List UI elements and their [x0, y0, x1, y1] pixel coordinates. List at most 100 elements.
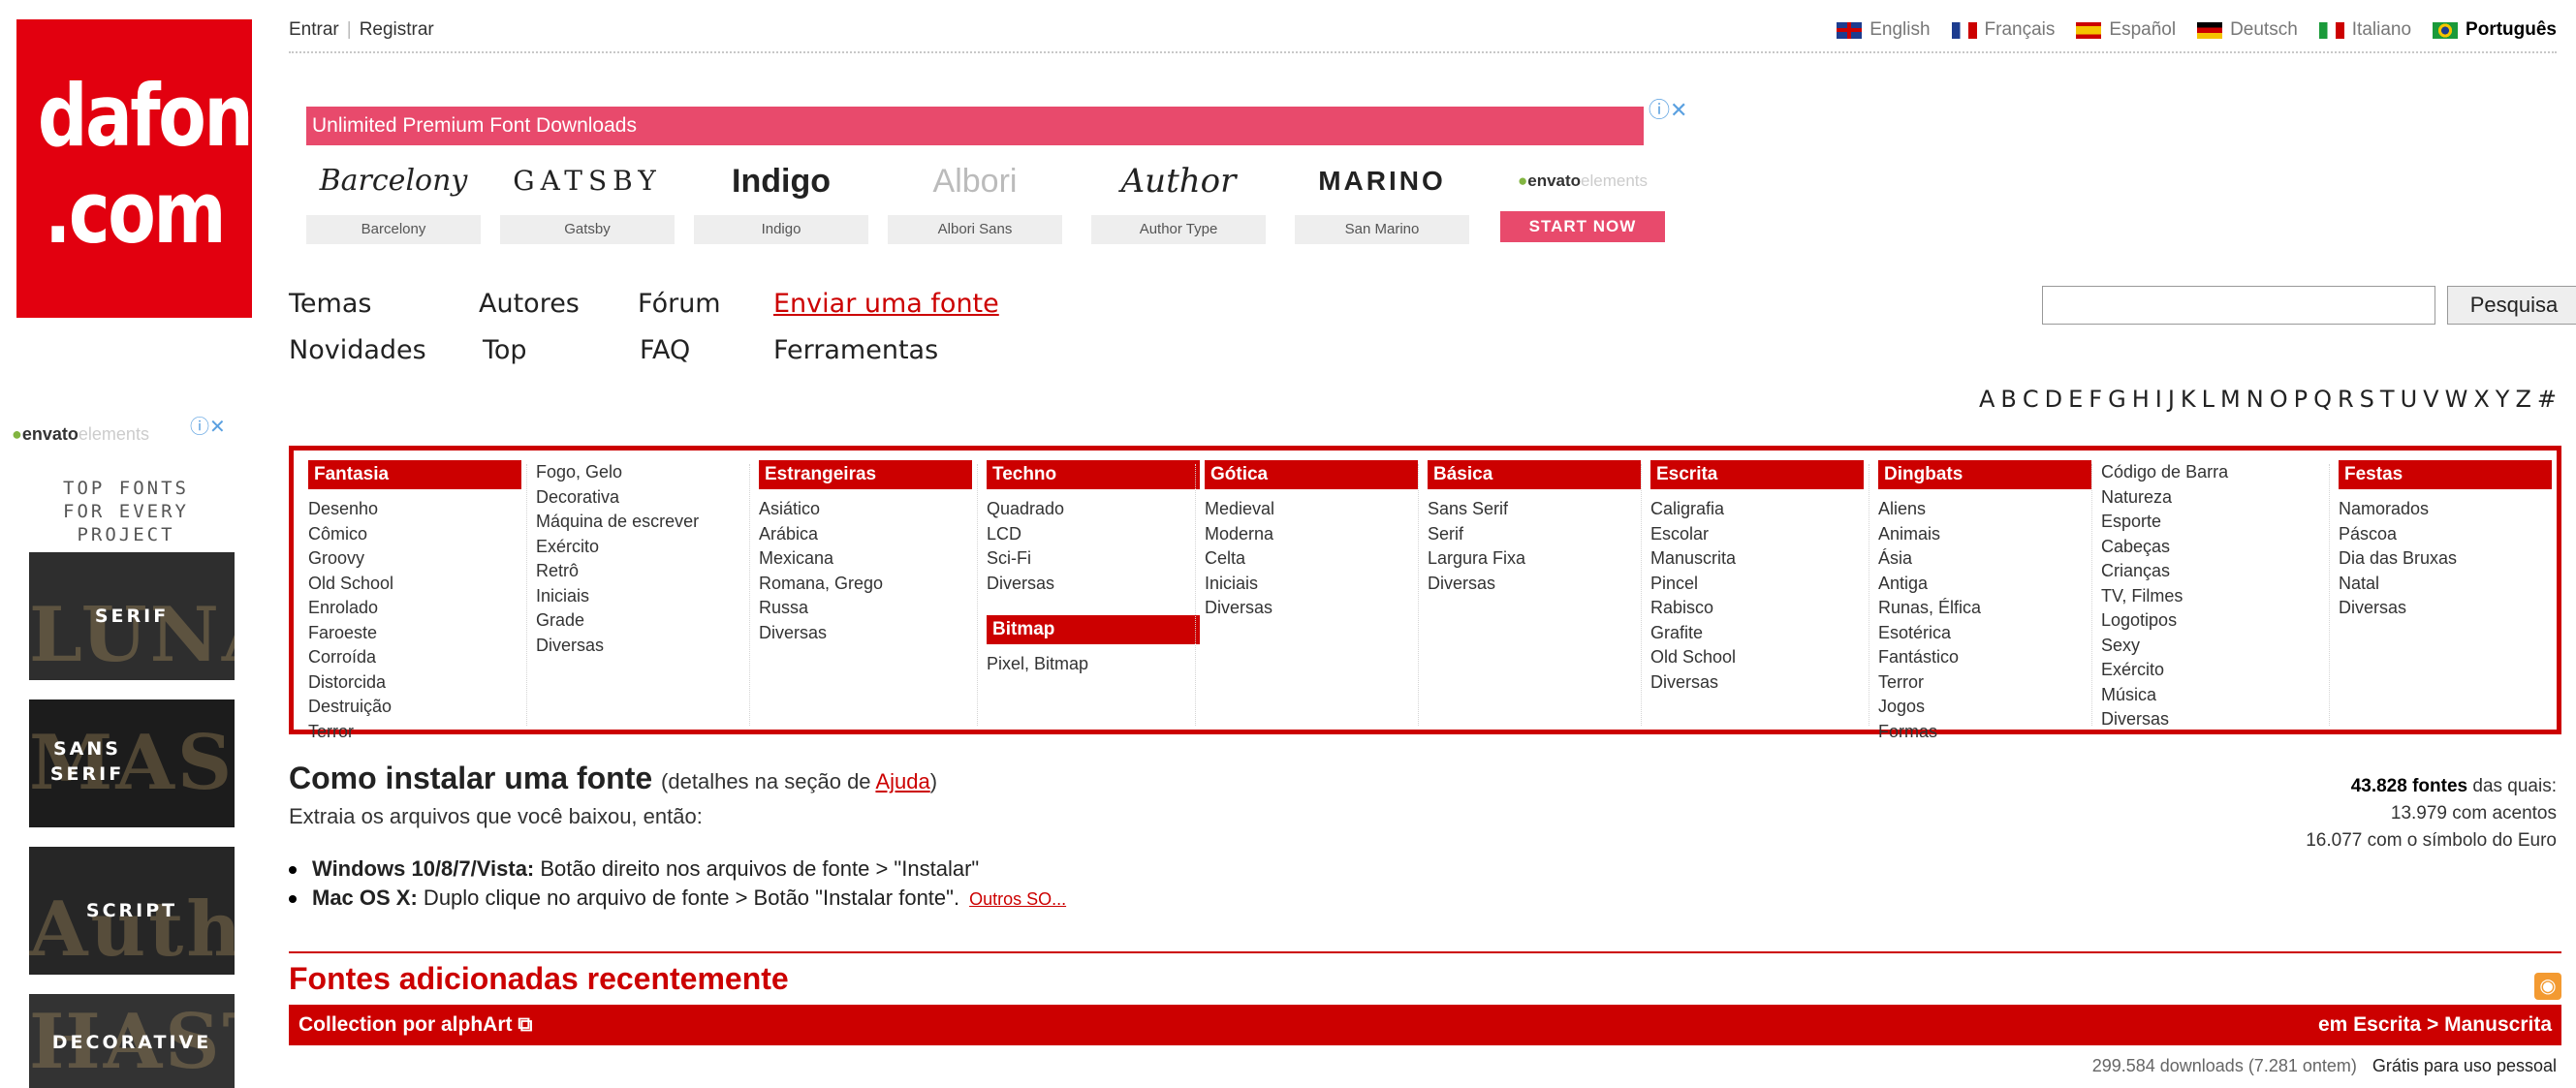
- category-link[interactable]: Cabeças: [2101, 535, 2314, 560]
- ad-tile-serif[interactable]: LUNA SERIF: [29, 552, 235, 680]
- lang-italian[interactable]: Italiano: [2318, 19, 2411, 41]
- category-link[interactable]: Corroída: [308, 645, 521, 670]
- category-link[interactable]: Russa: [759, 596, 972, 621]
- ad-tile-script[interactable]: Author SCRIPT: [29, 847, 235, 975]
- nav-faq[interactable]: FAQ: [640, 335, 690, 365]
- ad-font-indigo[interactable]: Indigo Indigo: [694, 157, 868, 244]
- category-heading[interactable]: Escrita: [1650, 460, 1864, 489]
- category-link[interactable]: Formas: [1878, 720, 2091, 745]
- ad-cta[interactable]: ●envatoelements START NOW: [1500, 157, 1665, 242]
- alphabet-letter[interactable]: #: [2537, 386, 2557, 413]
- category-link[interactable]: Esotérica: [1878, 621, 2091, 646]
- lang-english[interactable]: English: [1837, 19, 1931, 41]
- alphabet-letter[interactable]: U: [2401, 386, 2418, 413]
- nav-novidades[interactable]: Novidades: [289, 335, 426, 365]
- category-link[interactable]: Faroeste: [308, 621, 521, 646]
- font-category-link[interactable]: em Escrita > Manuscrita: [2318, 1005, 2552, 1045]
- category-link[interactable]: Exército: [2101, 658, 2314, 683]
- alphabet-letter[interactable]: R: [2338, 386, 2354, 413]
- category-heading[interactable]: Básica: [1428, 460, 1641, 489]
- category-link[interactable]: Diversas: [2101, 707, 2314, 732]
- category-link[interactable]: Groovy: [308, 546, 521, 572]
- category-link[interactable]: Sci-Fi: [987, 546, 1200, 572]
- category-link[interactable]: Medieval: [1205, 497, 1418, 522]
- category-link[interactable]: Crianças: [2101, 559, 2314, 584]
- ad-tile-decorative[interactable]: HASTE DECORATIVE: [29, 994, 235, 1088]
- category-heading[interactable]: Festas: [2339, 460, 2552, 489]
- nav-forum[interactable]: Fórum: [638, 289, 721, 319]
- category-heading[interactable]: Techno: [987, 460, 1200, 489]
- category-link[interactable]: TV, Filmes: [2101, 584, 2314, 609]
- category-link[interactable]: Natal: [2339, 572, 2552, 597]
- category-link[interactable]: Iniciais: [536, 584, 749, 609]
- alphabet-letter[interactable]: V: [2423, 386, 2438, 413]
- category-link[interactable]: Diversas: [987, 572, 1200, 597]
- category-link[interactable]: Logotipos: [2101, 608, 2314, 634]
- alphabet-letter[interactable]: G: [2108, 386, 2126, 413]
- category-link[interactable]: Terror: [1878, 670, 2091, 696]
- ad-font-gatsby[interactable]: GATSBY Gatsby: [500, 157, 675, 244]
- category-link[interactable]: Escolar: [1650, 522, 1864, 547]
- alphabet-letter[interactable]: I: [2155, 386, 2162, 413]
- help-link[interactable]: Ajuda: [875, 769, 929, 793]
- alphabet-letter[interactable]: M: [2220, 386, 2241, 413]
- category-link[interactable]: Rabisco: [1650, 596, 1864, 621]
- alphabet-letter[interactable]: F: [2089, 386, 2102, 413]
- category-link[interactable]: Páscoa: [2339, 522, 2552, 547]
- alphabet-letter[interactable]: O: [2270, 386, 2288, 413]
- category-link[interactable]: Jogos: [1878, 695, 2091, 720]
- search-input[interactable]: [2042, 286, 2435, 325]
- category-link[interactable]: Largura Fixa: [1428, 546, 1641, 572]
- category-link[interactable]: Esporte: [2101, 510, 2314, 535]
- alphabet-letter[interactable]: T: [2380, 386, 2395, 413]
- rss-icon[interactable]: ◉: [2534, 973, 2561, 1000]
- category-link[interactable]: Romana, Grego: [759, 572, 972, 597]
- category-link[interactable]: Retrô: [536, 559, 749, 584]
- category-link[interactable]: Diversas: [1650, 670, 1864, 696]
- category-link[interactable]: Ásia: [1878, 546, 2091, 572]
- lang-german[interactable]: Deutsch: [2197, 19, 2298, 41]
- alphabet-letter[interactable]: A: [1979, 386, 1995, 413]
- category-link[interactable]: Pixel, Bitmap: [987, 652, 1200, 677]
- category-link[interactable]: Caligrafia: [1650, 497, 1864, 522]
- category-link[interactable]: Exército: [536, 535, 749, 560]
- category-link[interactable]: Arábica: [759, 522, 972, 547]
- category-link[interactable]: Diversas: [1205, 596, 1418, 621]
- category-link[interactable]: Mexicana: [759, 546, 972, 572]
- ad-close-icon[interactable]: ⓘ✕: [1649, 93, 1687, 124]
- category-link[interactable]: Dia das Bruxas: [2339, 546, 2552, 572]
- alphabet-letter[interactable]: D: [2045, 386, 2062, 413]
- category-link[interactable]: Diversas: [1428, 572, 1641, 597]
- category-link[interactable]: Máquina de escrever: [536, 510, 749, 535]
- alphabet-letter[interactable]: C: [2023, 386, 2039, 413]
- alphabet-letter[interactable]: X: [2473, 386, 2489, 413]
- alphabet-letter[interactable]: Z: [2515, 386, 2530, 413]
- category-link[interactable]: Música: [2101, 683, 2314, 708]
- category-link[interactable]: Decorativa: [536, 485, 749, 511]
- alphabet-letter[interactable]: H: [2132, 386, 2150, 413]
- category-link[interactable]: Manuscrita: [1650, 546, 1864, 572]
- category-link[interactable]: Diversas: [759, 621, 972, 646]
- category-heading[interactable]: Fantasia: [308, 460, 521, 489]
- alphabet-letter[interactable]: J: [2168, 386, 2175, 413]
- other-os-link[interactable]: Outros SO...: [969, 889, 1066, 909]
- login-link[interactable]: Entrar: [289, 19, 339, 40]
- ad-font-barcelony[interactable]: Barcelony Barcelony: [306, 157, 481, 244]
- category-link[interactable]: Serif: [1428, 522, 1641, 547]
- category-heading[interactable]: Estrangeiras: [759, 460, 972, 489]
- top-advertisement[interactable]: Unlimited Premium Font Downloads ⓘ✕ Barc…: [306, 98, 1687, 258]
- nav-ferramentas[interactable]: Ferramentas: [773, 335, 938, 365]
- category-link[interactable]: Grafite: [1650, 621, 1864, 646]
- category-link[interactable]: Iniciais: [1205, 572, 1418, 597]
- nav-top[interactable]: Top: [483, 335, 527, 365]
- category-link[interactable]: Fantástico: [1878, 645, 2091, 670]
- category-heading[interactable]: Gótica: [1205, 460, 1418, 489]
- category-link[interactable]: Enrolado: [308, 596, 521, 621]
- category-link[interactable]: Runas, Élfica: [1878, 596, 2091, 621]
- category-link[interactable]: Antiga: [1878, 572, 2091, 597]
- ad-tile-sans-serif[interactable]: MASTER SANS SERIF: [29, 699, 235, 827]
- lang-french[interactable]: Français: [1951, 19, 2055, 41]
- alphabet-letter[interactable]: K: [2181, 386, 2196, 413]
- search-button[interactable]: Pesquisa: [2447, 286, 2576, 325]
- alphabet-letter[interactable]: N: [2246, 386, 2264, 413]
